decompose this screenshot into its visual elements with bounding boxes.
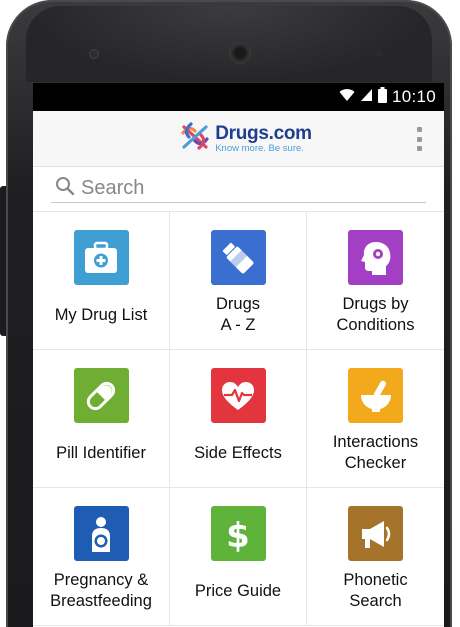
overflow-menu-icon[interactable] xyxy=(416,127,422,151)
grid-item-label: My Drug List xyxy=(54,305,148,324)
signal-icon xyxy=(360,87,373,107)
logo-name: Drugs.com xyxy=(215,122,312,144)
drugs-logo-icon xyxy=(179,121,211,156)
wifi-icon xyxy=(339,87,355,107)
grid-item-my-drug-list[interactable]: My Drug List xyxy=(33,212,170,350)
grid-item-label: Interactions Checker xyxy=(332,433,419,472)
grid-item-interactions-checker[interactable]: Interactions Checker xyxy=(307,350,444,488)
search-area: Search xyxy=(33,167,444,211)
capsule-icon xyxy=(73,368,129,423)
search-input[interactable]: Search xyxy=(51,175,426,203)
battery-icon xyxy=(377,86,387,108)
head-brain-icon xyxy=(348,230,403,285)
grid-item-label: Drugs by Conditions xyxy=(336,295,415,334)
medical-bag-icon xyxy=(73,230,129,285)
grid-item-pregnancy-breastfeeding[interactable]: Pregnancy & Breastfeeding xyxy=(33,488,170,626)
app-bar: Drugs.com Know more. Be sure. xyxy=(33,111,444,167)
grid-item-label: Pregnancy & Breastfeeding xyxy=(50,571,152,610)
grid-item-label: Price Guide xyxy=(194,581,282,600)
heart-pulse-icon xyxy=(210,368,266,423)
logo-text: Drugs.com Know more. Be sure. xyxy=(215,124,312,154)
grid-item-phonetic-search[interactable]: Phonetic Search xyxy=(307,488,444,626)
grid-item-label: Drugs A - Z xyxy=(215,295,260,334)
dollar-icon: $ xyxy=(210,506,266,561)
megaphone-icon xyxy=(348,506,403,561)
grid-item-label: Phonetic Search xyxy=(343,571,408,610)
grid-item-drugs-a-z[interactable]: Drugs A - Z xyxy=(170,212,307,350)
status-bar: 10:10 xyxy=(33,83,444,111)
mortar-pestle-icon xyxy=(348,368,403,423)
sensor-dot xyxy=(90,50,98,58)
sensor-dot xyxy=(376,50,383,57)
phone-screen: 10:10 Drugs.com Know more. Be sure. Sear… xyxy=(33,83,444,627)
phone-top-bezel xyxy=(26,6,432,82)
grid-item-side-effects[interactable]: Side Effects xyxy=(170,350,307,488)
grid-item-label: Pill Identifier xyxy=(56,443,146,462)
search-icon xyxy=(55,176,75,201)
svg-text:$: $ xyxy=(226,516,250,554)
grid-item-drugs-by-conditions[interactable]: Drugs by Conditions xyxy=(307,212,444,350)
pill-bottle-icon xyxy=(210,230,266,285)
mother-baby-icon xyxy=(73,506,129,561)
grid-item-price-guide[interactable]: $ Price Guide xyxy=(170,488,307,626)
search-placeholder: Search xyxy=(81,177,145,199)
grid-item-pill-identifier[interactable]: Pill Identifier xyxy=(33,350,170,488)
app-logo[interactable]: Drugs.com Know more. Be sure. xyxy=(179,121,312,156)
logo-tagline: Know more. Be sure. xyxy=(215,142,304,154)
feature-grid: My Drug List Drugs A - Z Drugs by Condit… xyxy=(33,211,444,626)
status-time: 10:10 xyxy=(391,87,436,106)
front-camera xyxy=(229,42,251,64)
grid-item-label: Side Effects xyxy=(194,443,282,462)
side-button xyxy=(0,186,6,336)
